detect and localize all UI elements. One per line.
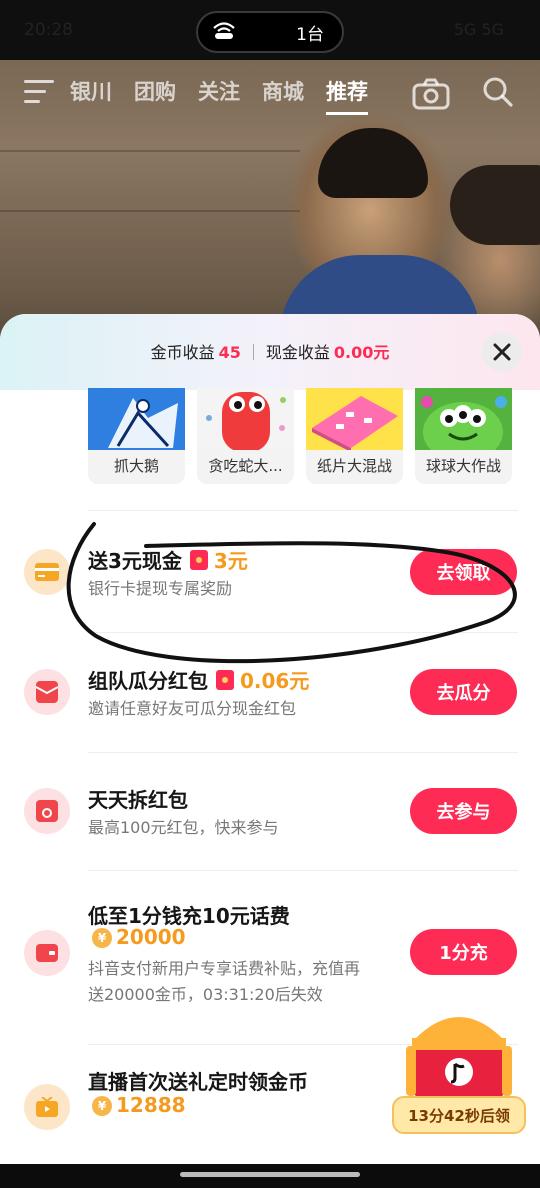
close-button[interactable] (482, 332, 522, 372)
home-indicator[interactable] (180, 1172, 360, 1177)
ball-battle-game-icon (415, 388, 512, 462)
task-title-text: 组队瓜分红包 (88, 669, 208, 693)
tab-recommend[interactable]: 推荐 (326, 76, 368, 115)
treasure-chest[interactable]: 13分42秒后领 (392, 1000, 526, 1140)
nav-tabs: 银川 团购 关注 商城 推荐 (70, 76, 368, 115)
topup-button[interactable]: 1分充 (410, 929, 517, 975)
game-name: 纸片大混战 (316, 457, 392, 475)
split-button[interactable]: 去瓜分 (410, 669, 517, 715)
cast-pill[interactable]: 1台 (196, 11, 344, 53)
cast-label: 1台 (296, 24, 324, 45)
camera-icon[interactable] (412, 78, 450, 114)
coin-earnings-label: 金币收益 (150, 343, 215, 362)
game-card-ball-battle[interactable]: 球球大作战 (415, 388, 512, 484)
status-bar: 20:28 1台 5G 5G (0, 0, 540, 60)
tab-mall[interactable]: 商城 (262, 76, 304, 115)
coin-icon: ¥ (92, 928, 112, 948)
cash-earnings-label: 现金收益 (265, 343, 330, 362)
hand-drawn-circle (66, 522, 517, 664)
tab-yinchuan[interactable]: 银川 (70, 76, 112, 115)
game-name: 抓大鹅 (113, 457, 159, 475)
wallet-icon (24, 930, 70, 976)
close-icon (493, 343, 511, 361)
red-envelope-icon (216, 670, 234, 690)
sheet-header: 金币收益 45 现金收益 0.00元 (0, 314, 540, 390)
earnings-separator (252, 344, 254, 360)
coin-reward: ¥12888 (92, 1093, 186, 1117)
task-description: 抖音支付新用户专享话费补贴，充值再 送20000金币，03:31:20后失效 (88, 956, 360, 1008)
signal-info: 5G 5G (453, 20, 504, 39)
game-card-paper-battle[interactable]: 纸片大混战 (306, 388, 403, 484)
open-envelope-icon (24, 788, 70, 834)
coin-icon: ¥ (92, 1096, 112, 1116)
game-card-snake[interactable]: 贪吃蛇大... (197, 388, 294, 484)
search-icon[interactable] (482, 76, 514, 112)
task-description-line: 抖音支付新用户专享话费补贴，充值再 (88, 959, 361, 978)
earnings-summary: 金币收益 45 现金收益 0.00元 (0, 339, 540, 363)
task-description: 最高100元红包，快来参与 (88, 818, 279, 837)
coin-reward: ¥20000 (92, 925, 186, 949)
tv-icon (24, 1084, 70, 1130)
games-row: 抓大鹅 贪吃蛇大... 纸片大混战 球球大作战 (88, 388, 512, 484)
tab-following[interactable]: 关注 (198, 76, 240, 115)
gesture-bar (0, 1164, 540, 1188)
divider (88, 870, 518, 871)
divider (88, 510, 518, 511)
chest-timer: 13分42秒后领 (392, 1096, 526, 1134)
game-name: 球球大作战 (425, 457, 501, 475)
game-card-goose[interactable]: 抓大鹅 (88, 388, 185, 484)
top-nav: 银川 团购 关注 商城 推荐 (0, 72, 540, 116)
person-hair (318, 128, 428, 198)
task-title: 组队瓜分红包 0.06元 (88, 665, 309, 694)
task-title: 天天拆红包 (88, 788, 188, 812)
status-time: 20:28 (24, 20, 73, 40)
paper-battle-game-icon (306, 388, 403, 452)
cast-icon (212, 20, 236, 44)
task-description: 邀请任意好友可瓜分现金红包 (88, 699, 297, 718)
join-button[interactable]: 去参与 (410, 788, 517, 834)
wall-line (0, 150, 300, 152)
cash-earnings-value: 0.00元 (333, 343, 390, 362)
person-hair-2 (450, 165, 540, 245)
coin-amount: 12888 (116, 1093, 186, 1117)
tab-group-buy[interactable]: 团购 (134, 76, 176, 115)
coin-earnings-value: 45 (218, 343, 241, 362)
snake-game-icon (197, 388, 294, 452)
task-description-line: 送20000金币，03:31:20后失效 (88, 985, 323, 1004)
wall-line (0, 210, 300, 212)
task-title: 直播首次送礼定时领金币 (88, 1070, 308, 1094)
red-envelope-icon (24, 669, 70, 715)
task-reward: 0.06元 (240, 669, 310, 693)
game-name: 贪吃蛇大... (208, 457, 283, 475)
menu-icon[interactable] (24, 80, 54, 104)
divider (88, 752, 518, 753)
treasure-chest-icon (406, 1017, 512, 1098)
goose-game-icon (88, 388, 185, 450)
coin-amount: 20000 (116, 925, 186, 949)
